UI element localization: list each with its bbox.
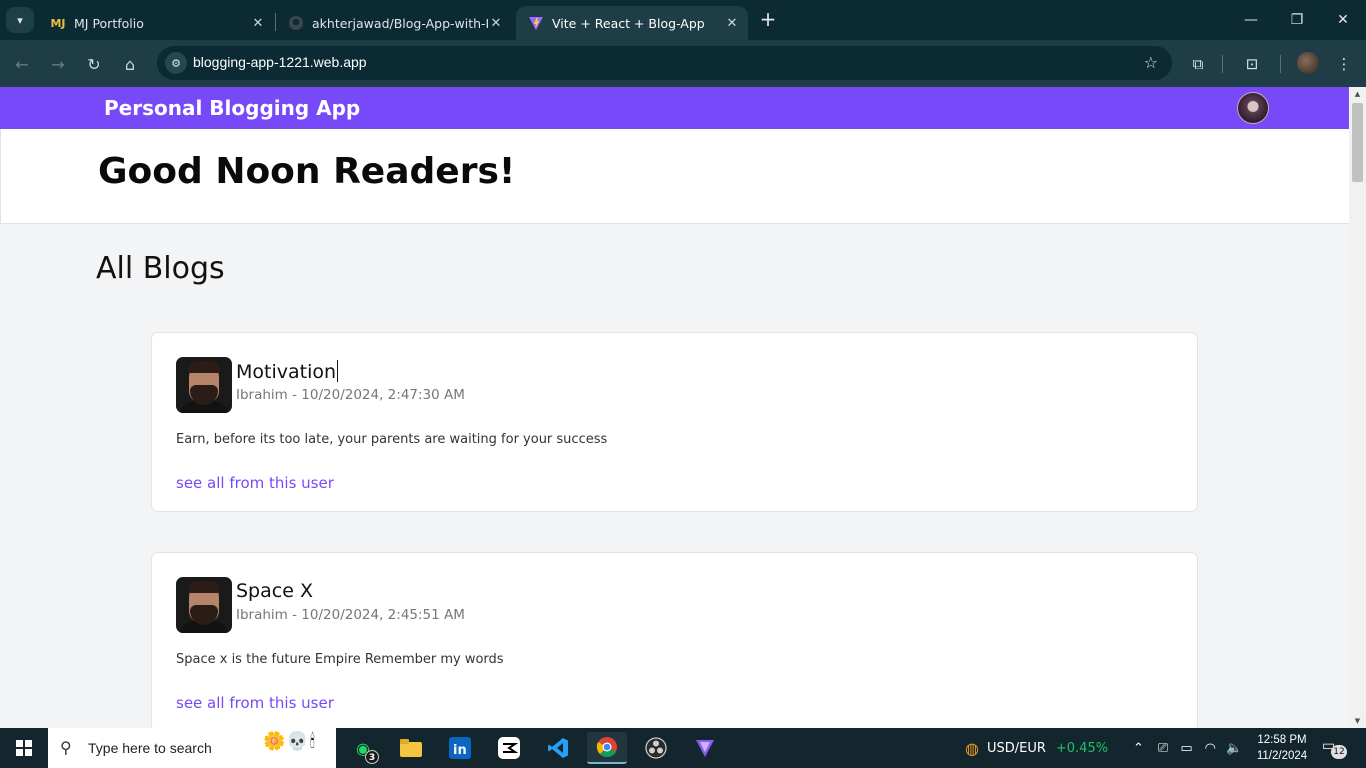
tab-title: MJ Portfolio (74, 15, 144, 31)
scroll-up-arrow-icon[interactable]: ▲ (1349, 87, 1366, 101)
tab-github-repo[interactable]: akhterjawad/Blog-App-with-Re ✕ (276, 6, 512, 40)
file-explorer-icon[interactable] (391, 732, 431, 764)
blog-meta: Ibrahim - 10/20/2024, 2:47:30 AM (236, 387, 465, 403)
browser-toolbar: ← → ↻ ⌂ ⚙ blogging-app-1221.web.app ☆ ⧉ … (0, 40, 1366, 87)
search-icon: ⚲ (60, 738, 72, 757)
camera-icon[interactable]: ⎚ (1158, 741, 1168, 756)
chevron-up-icon[interactable]: ⌃ (1133, 741, 1144, 756)
volume-icon[interactable]: 🔈 (1226, 741, 1242, 756)
search-placeholder: Type here to search (88, 740, 212, 756)
battery-icon[interactable]: ▭ (1180, 741, 1192, 756)
wifi-icon[interactable]: ◠ (1205, 741, 1216, 756)
extensions-icon[interactable]: ⧉ (1186, 52, 1210, 76)
scroll-thumb[interactable] (1352, 103, 1363, 182)
windows-taskbar: ⚲ Type here to search 🌼💀🕯 ◉ 3 in ◍ USD/EU… (0, 728, 1366, 768)
obs-icon[interactable] (636, 732, 676, 764)
windows-logo-icon (16, 740, 32, 756)
page-scrollbar[interactable]: ▲ ▼ (1349, 87, 1366, 728)
tab-vite-blog-app[interactable]: Vite + React + Blog-App ✕ (516, 6, 748, 40)
page-title: Good Noon Readers! (98, 151, 516, 192)
minimize-button[interactable]: — (1228, 0, 1274, 40)
blog-body: Space x is the future Empire Remember my… (176, 652, 504, 667)
text-caret (337, 360, 339, 382)
mj-logo-icon: MJ (50, 16, 66, 30)
blog-meta: Ibrahim - 10/20/2024, 2:45:51 AM (236, 607, 465, 623)
vscode-icon[interactable] (538, 732, 578, 764)
ticker-change: +0.45% (1055, 740, 1109, 756)
app-navbar: Personal Blogging App (0, 87, 1349, 129)
vite-icon (528, 15, 544, 31)
bookmark-star-icon[interactable]: ☆ (1144, 53, 1158, 72)
toolbar-divider (1222, 55, 1223, 73)
app-brand[interactable]: Personal Blogging App (104, 96, 360, 120)
see-all-link[interactable]: see all from this user (176, 694, 334, 712)
profile-avatar[interactable] (1297, 52, 1319, 74)
scroll-down-arrow-icon[interactable]: ▼ (1349, 714, 1366, 728)
blog-card: Motivation Ibrahim - 10/20/2024, 2:47:30… (151, 332, 1198, 512)
author-avatar (176, 357, 232, 413)
tab-mj-portfolio[interactable]: MJ MJ Portfolio ✕ (38, 6, 274, 40)
chevron-down-icon: ▾ (17, 13, 23, 27)
back-icon[interactable]: ← (10, 52, 34, 76)
blog-title: Space X (236, 580, 313, 602)
restore-button[interactable]: ❐ (1274, 0, 1320, 40)
chrome-icon[interactable] (587, 732, 627, 764)
ticker-symbol: USD/EUR (986, 740, 1046, 756)
vpn-shield-icon[interactable] (685, 732, 725, 764)
start-button[interactable] (0, 728, 48, 768)
see-all-link[interactable]: see all from this user (176, 474, 334, 492)
lens-icon[interactable]: ⊡ (1240, 52, 1264, 76)
github-icon (288, 15, 304, 31)
address-bar[interactable]: ⚙ blogging-app-1221.web.app ☆ (157, 46, 1172, 80)
currency-coins-icon: ◍ (965, 738, 979, 758)
tab-title: Vite + React + Blog-App (552, 15, 705, 31)
svg-text:in: in (453, 743, 467, 758)
clock-time: 12:58 PM (1257, 734, 1307, 746)
blog-title: Motivation (236, 360, 339, 383)
window-close-button[interactable]: ✕ (1320, 0, 1366, 40)
user-avatar[interactable] (1237, 92, 1269, 124)
url-text[interactable]: blogging-app-1221.web.app (193, 54, 367, 70)
section-title: All Blogs (96, 251, 225, 286)
notification-icon[interactable]: ▭ 12 (1322, 738, 1347, 759)
taskbar-search[interactable]: ⚲ Type here to search 🌼💀🕯 (48, 728, 336, 768)
tab-search-button[interactable]: ▾ (6, 7, 34, 33)
close-icon[interactable]: ✕ (250, 16, 266, 31)
forward-icon[interactable]: → (46, 52, 70, 76)
tab-title: akhterjawad/Blog-App-with-Re (312, 15, 488, 31)
whatsapp-badge: 3 (365, 750, 379, 764)
system-tray: ⌃ ⎚ ▭ ◠ 🔈 (1133, 728, 1242, 768)
blog-body: Earn, before its too late, your parents … (176, 432, 608, 447)
site-info-icon[interactable]: ⚙ (165, 52, 187, 74)
new-tab-button[interactable]: + (757, 8, 779, 30)
taskbar-clock[interactable]: 12:58 PM 11/2/2024 (1252, 732, 1312, 764)
author-avatar (176, 577, 232, 633)
reload-icon[interactable]: ↻ (82, 52, 106, 76)
close-icon[interactable]: ✕ (488, 16, 504, 31)
blog-card: Space X Ibrahim - 10/20/2024, 2:45:51 AM… (151, 552, 1198, 728)
ticker-widget[interactable]: ◍ USD/EUR +0.45% (965, 728, 1108, 768)
capcut-icon[interactable] (489, 732, 529, 764)
home-icon[interactable]: ⌂ (118, 52, 142, 76)
close-icon[interactable]: ✕ (724, 16, 740, 31)
page-viewport: Personal Blogging App Good Noon Readers!… (0, 87, 1349, 728)
greeting-band: Good Noon Readers! (0, 129, 1349, 224)
linkedin-icon[interactable]: in (440, 732, 480, 764)
browser-tab-strip: ▾ MJ MJ Portfolio ✕ akhterjawad/Blog-App… (0, 0, 1366, 40)
search-highlight-illustration-icon: 🌼💀🕯 (263, 731, 316, 752)
notification-count: 12 (1331, 745, 1347, 759)
menu-kebab-icon[interactable]: ⋮ (1332, 52, 1356, 76)
toolbar-divider (1280, 55, 1281, 73)
clock-date: 11/2/2024 (1256, 750, 1308, 762)
whatsapp-icon[interactable]: ◉ 3 (343, 732, 383, 764)
